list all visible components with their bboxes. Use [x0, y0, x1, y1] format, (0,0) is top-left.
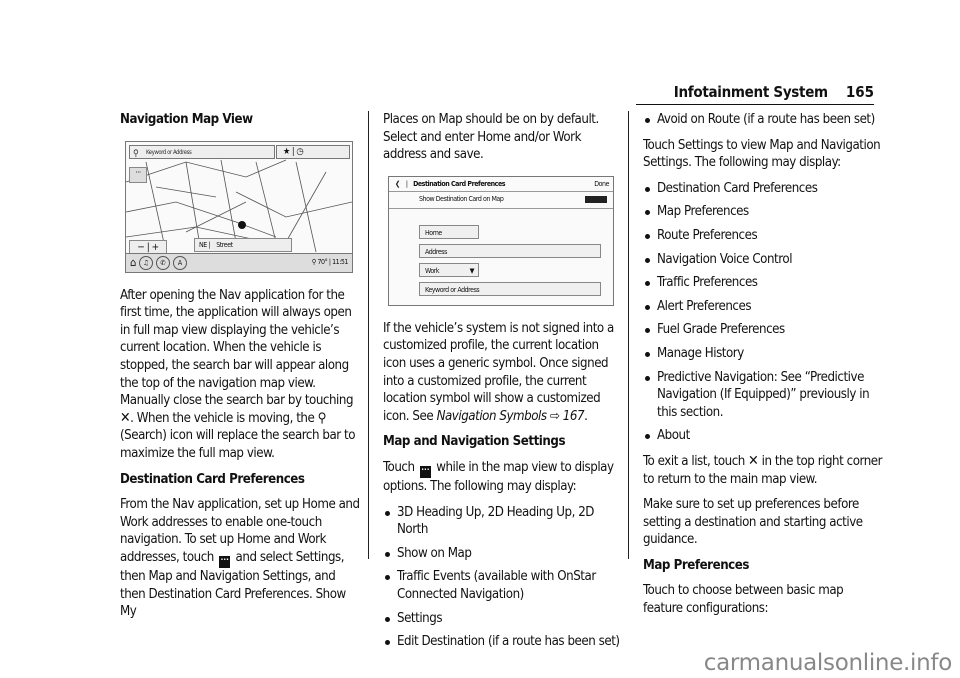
more-button[interactable]: ··· [129, 166, 147, 183]
work-dropdown[interactable]: Work ▼ [419, 262, 479, 277]
current-location-marker [238, 220, 246, 229]
xref-link[interactable]: Navigation Symbols [437, 409, 547, 424]
figure-navigation-map: ⚲ Keyword or Address ★ | ◷ ··· − | + NE |… [125, 140, 353, 273]
nav-icon[interactable]: A [172, 255, 187, 270]
list-item: Route Preferences [643, 227, 883, 245]
heading-navigation-map-view: Navigation Map View [120, 112, 253, 127]
keyword-field[interactable]: Keyword or Address [419, 281, 601, 296]
heading-map-preferences: Map Preferences [643, 557, 749, 573]
paragraph: Places on Map should be on by default. S… [383, 112, 599, 163]
column-1: Navigation Map View ⚲ Keyword or Address … [120, 111, 360, 629]
more-icon: ··· [219, 555, 231, 568]
more-icon: ··· [419, 465, 431, 478]
location-pin-icon: ⚲ [311, 257, 317, 266]
list-item: About [643, 427, 883, 445]
list-item: Edit Destination (if a route has been se… [383, 633, 623, 651]
list-item: 3D Heading Up, 2D Heading Up, 2D North [383, 504, 623, 539]
list-item: Settings [383, 610, 623, 628]
paragraph: To exit a list, touch ✕ in the top right… [643, 452, 883, 487]
paragraph: Make sure to set up preferences before s… [643, 497, 863, 548]
watermark: carmanualsonline.info [703, 650, 953, 676]
column-divider [368, 111, 369, 559]
list-item: Map Preferences [643, 203, 883, 221]
back-icon[interactable]: ❮ [389, 180, 406, 188]
search-icon: ⚲ [317, 410, 327, 426]
street-label: Street [216, 240, 233, 249]
zoom-controls[interactable]: − | + [129, 239, 167, 254]
search-bar[interactable]: ⚲ Keyword or Address [129, 144, 275, 159]
heading-label: NE | [199, 240, 211, 249]
list-item: Traffic Preferences [643, 274, 883, 292]
list-item: Alert Preferences [643, 298, 883, 316]
section-title: Infotainment System [673, 83, 828, 101]
column-3: Avoid on Route (if a route has been set)… [643, 111, 883, 626]
heading-destination-card-preferences: Destination Card Preferences [120, 471, 305, 487]
temperature: 70° [317, 257, 328, 266]
xref-page[interactable]: 167 [563, 409, 585, 424]
toggle-row: Show Destination Card on Map [389, 191, 613, 209]
heading-map-nav-settings: Map and Navigation Settings [383, 434, 566, 450]
home-field[interactable]: Home [419, 224, 479, 239]
dropdown-arrow-icon: ▼ [469, 266, 475, 275]
arrow-icon: ⇨ [549, 408, 560, 424]
toggle-switch[interactable] [585, 195, 607, 203]
paragraph: Touch Settings to view Map and Navigatio… [643, 137, 881, 171]
list-item: Avoid on Route (if a route has been set) [643, 111, 883, 129]
list-item: Manage History [643, 345, 883, 363]
map-status-bar: ⌂ ♫ ✆ A ⚲ 70° | 11:51 [126, 252, 352, 272]
done-button[interactable]: Done [594, 177, 609, 191]
street-card: NE | Street [194, 237, 292, 252]
page-header: Infotainment System 165 [636, 82, 874, 105]
address-field[interactable]: Address [419, 243, 601, 258]
options-list-continued: Avoid on Route (if a route has been set) [643, 111, 883, 129]
column-2: Places on Map should be on by default. S… [383, 111, 623, 659]
dest-card-title: Destination Card Preferences [413, 179, 506, 188]
paragraph: If the vehicle’s system is not signed in… [383, 320, 614, 424]
settings-list: Destination Card Preferences Map Prefere… [643, 180, 883, 445]
clock: 11:51 [332, 257, 348, 266]
paragraph: Touch ··· while in the map view to displ… [383, 459, 614, 494]
page-number: 165 [845, 83, 874, 101]
search-placeholder: Keyword or Address [146, 148, 192, 156]
paragraph: After opening the Nav application for th… [120, 287, 356, 461]
column-divider [628, 111, 629, 559]
list-item: Show on Map [383, 545, 623, 563]
phone-icon[interactable]: ✆ [155, 255, 170, 270]
close-icon: ✕ [748, 452, 759, 469]
options-list: 3D Heading Up, 2D Heading Up, 2D North S… [383, 504, 623, 651]
favorites-recent-buttons[interactable]: ★ | ◷ [276, 144, 350, 159]
dest-card-titlebar: ❮ | Destination Card Preferences Done [389, 177, 613, 192]
paragraph: Touch to choose between basic map featur… [643, 583, 844, 617]
list-item: Destination Card Preferences [643, 180, 883, 198]
list-item: Traffic Events (available with OnStar Co… [383, 568, 623, 603]
close-icon: ✕ [120, 409, 131, 426]
list-item: Predictive Navigation: See “Predictive N… [643, 369, 883, 422]
search-icon: ⚲ [133, 148, 139, 159]
paragraph: From the Nav application, set up Home an… [120, 497, 360, 620]
audio-icon[interactable]: ♫ [138, 255, 153, 270]
list-item: Fuel Grade Preferences [643, 321, 883, 339]
list-item: Navigation Voice Control [643, 251, 883, 269]
figure-destination-card: ❮ | Destination Card Preferences Done Sho… [388, 175, 614, 306]
toggle-label: Show Destination Card on Map [419, 194, 504, 203]
home-icon[interactable]: ⌂ [130, 254, 136, 272]
